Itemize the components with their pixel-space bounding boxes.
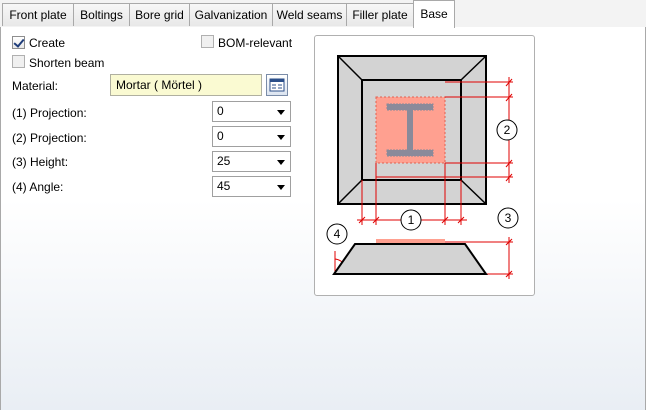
- callout-2: 2: [504, 123, 511, 137]
- tab-base[interactable]: Base: [413, 0, 455, 28]
- tab-filler-plate[interactable]: Filler plate: [346, 3, 414, 26]
- callout-4: 4: [334, 227, 341, 241]
- material-catalog-button[interactable]: [266, 74, 288, 96]
- side-base: [332, 243, 488, 275]
- height-label: (3) Height:: [12, 155, 69, 169]
- bom-relevant-checkbox[interactable]: [201, 35, 214, 48]
- callout-3: 3: [505, 211, 512, 225]
- catalog-icon: [269, 78, 285, 92]
- tab-bore-grid[interactable]: Bore grid: [129, 3, 190, 26]
- material-label: Material:: [12, 79, 59, 93]
- tab-bar: Front plate Boltings Bore grid Galvaniza…: [0, 0, 646, 28]
- projection-1-select[interactable]: 0: [212, 101, 291, 122]
- bom-relevant-label: BOM-relevant: [218, 36, 293, 50]
- tab-weld-seams[interactable]: Weld seams: [272, 3, 347, 26]
- tab-galvanization[interactable]: Galvanization: [189, 3, 273, 26]
- tab-boltings[interactable]: Boltings: [73, 3, 130, 26]
- base-plate-drawing: 2 1 3 4: [326, 55, 519, 279]
- height-value: 25: [217, 154, 231, 168]
- beam-bottom-flange: [386, 149, 434, 157]
- beam-top-flange: [386, 103, 434, 111]
- chevron-down-icon: [277, 135, 285, 140]
- angle-select[interactable]: 45: [212, 176, 291, 197]
- shorten-beam-checkbox[interactable]: [12, 55, 25, 68]
- angle-label: (4) Angle:: [12, 180, 64, 194]
- projection-1-label: (1) Projection:: [12, 106, 87, 120]
- chevron-down-icon: [277, 110, 285, 115]
- beam-web: [407, 110, 413, 150]
- height-select[interactable]: 25: [212, 151, 291, 172]
- projection-1-value: 0: [217, 104, 224, 118]
- material-field[interactable]: Mortar ( Mörtel ): [110, 74, 262, 96]
- chevron-down-icon: [277, 185, 285, 190]
- side-plate: [376, 239, 445, 243]
- base-plate-diagram: 2 1 3 4: [314, 35, 535, 296]
- projection-2-value: 0: [217, 129, 224, 143]
- callout-1: 1: [408, 213, 415, 227]
- create-label: Create: [29, 36, 66, 50]
- projection-2-select[interactable]: 0: [212, 126, 291, 147]
- shorten-beam-label: Shorten beam: [29, 56, 105, 70]
- create-checkbox[interactable]: [12, 36, 25, 49]
- angle-value: 45: [217, 179, 231, 193]
- tab-front-plate[interactable]: Front plate: [2, 3, 74, 26]
- chevron-down-icon: [277, 160, 285, 165]
- projection-2-label: (2) Projection:: [12, 131, 87, 145]
